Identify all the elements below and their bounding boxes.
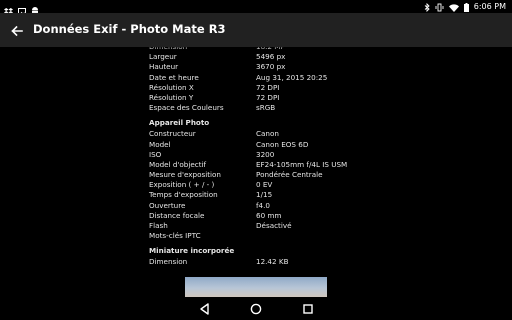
arrow-back-icon: [11, 25, 23, 37]
exif-content[interactable]: Dimension18.2 MPLargeur5496 pxHauteur367…: [0, 47, 512, 297]
exif-row: Temps d'exposition 1/15: [0, 190, 512, 200]
recents-square-icon: [303, 304, 313, 314]
exif-value: Canon EOS 6D: [256, 139, 309, 149]
exif-label: Largeur: [149, 52, 177, 62]
exif-label: Hauteur: [149, 62, 179, 72]
exif-row: Distance focale 60 mm: [0, 211, 512, 221]
exif-row: Date et heure Aug 31, 2015 20:25: [0, 73, 512, 83]
exif-value: 0 EV: [256, 180, 273, 190]
status-bar: 6:06 PM: [0, 0, 512, 16]
exif-label: Exposition ( + / - ): [149, 180, 215, 190]
exif-label: Model d'objectif: [149, 159, 207, 169]
exif-value: 1/15: [256, 190, 273, 200]
exif-label: Temps d'exposition: [149, 190, 218, 200]
exif-label: Mesure d'exposition: [149, 170, 221, 180]
exif-label: Model: [149, 139, 171, 149]
exif-value: 72 DPI: [256, 82, 280, 92]
exif-row: Résolution X 72 DPI: [0, 83, 512, 93]
exif-row: Dimension 12.42 KB: [0, 257, 512, 267]
exif-row: Model d'objectif EF24-105mm f/4L IS USM: [0, 160, 512, 170]
exif-label: Flash: [149, 221, 168, 230]
exif-value: EF24-105mm f/4L IS USM: [256, 159, 348, 169]
exif-row: Résolution Y 72 DPI: [0, 93, 512, 103]
nav-recents-button[interactable]: [301, 301, 315, 315]
back-button[interactable]: [10, 23, 24, 37]
exif-row: Mesure d'exposition Pondérée Centrale: [0, 170, 512, 180]
nav-back-button[interactable]: [198, 301, 212, 315]
exif-label: ISO: [149, 149, 162, 159]
exif-value: 60 mm: [256, 210, 282, 220]
exif-value: 72 DPI: [256, 92, 280, 102]
exif-value: f4.0: [256, 200, 270, 210]
exif-value: Canon: [256, 129, 279, 139]
exif-row: Ouverture f4.0: [0, 201, 512, 211]
app-bar: Données Exif - Photo Mate R3: [0, 13, 512, 47]
exif-value: sRGB: [256, 103, 276, 113]
exif-value: Aug 31, 2015 20:25: [256, 72, 328, 82]
exif-row: Constructeur Canon: [0, 129, 512, 139]
exif-value: 3670 px: [256, 62, 286, 72]
exif-row: Model Canon EOS 6D: [0, 140, 512, 150]
exif-value: Pondérée Centrale: [256, 170, 323, 180]
exif-label: Résolution X: [149, 82, 194, 92]
section-title-thumbnail: Miniature incorporée: [149, 246, 235, 256]
exif-row: ISO 3200: [0, 150, 512, 160]
exif-label: Distance focale: [149, 210, 205, 220]
exif-value: Désactivé: [256, 221, 292, 230]
exif-row: Largeur 5496 px: [0, 52, 512, 62]
nav-home-button[interactable]: [249, 301, 263, 315]
page-title: Données Exif - Photo Mate R3: [33, 22, 226, 36]
exif-label: Mots-clés IPTC: [149, 231, 201, 241]
back-triangle-icon: [200, 303, 209, 315]
section-title-camera: Appareil Photo: [149, 118, 210, 128]
exif-row: Mots-clés IPTC: [0, 231, 512, 241]
thumbnail-image: [185, 277, 327, 297]
exif-label: Ouverture: [149, 200, 186, 210]
exif-row: Flash Désactivé: [0, 221, 512, 231]
screen: 6:06 PM Données Exif - Photo Mate R3 Dim…: [0, 0, 512, 320]
exif-value: 3200: [256, 149, 275, 159]
status-time: 6:06 PM: [473, 2, 506, 11]
exif-row: Espace des Couleurs sRGB: [0, 103, 512, 113]
exif-list: Dimension18.2 MPLargeur5496 pxHauteur367…: [0, 47, 512, 268]
exif-label: Date et heure: [149, 72, 199, 82]
exif-label: Dimension: [149, 257, 188, 267]
exif-label: Résolution Y: [149, 92, 194, 102]
exif-label: Espace des Couleurs: [149, 103, 224, 113]
exif-value: 12.42 KB: [256, 257, 289, 267]
exif-row: Exposition ( + / - ) 0 EV: [0, 180, 512, 190]
exif-value: 5496 px: [256, 52, 286, 62]
exif-label: Constructeur: [149, 129, 196, 139]
home-circle-icon: [250, 303, 262, 315]
nav-bar: [0, 297, 512, 320]
exif-row: Hauteur 3670 px: [0, 62, 512, 72]
